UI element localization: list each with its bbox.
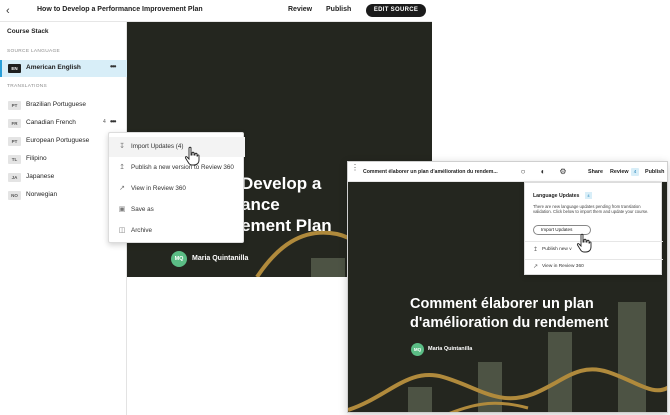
vertical-dots-icon[interactable]: ⋮ bbox=[351, 164, 359, 172]
decor-bar bbox=[311, 258, 345, 277]
palette-icon[interactable]: ◐ bbox=[538, 167, 548, 177]
hand-cursor-icon bbox=[576, 233, 592, 253]
language-name: American English bbox=[26, 64, 81, 71]
archive-icon: ◫ bbox=[118, 227, 126, 234]
menu-item-label: View in Review 360 bbox=[131, 185, 186, 192]
cover-title-line: ement Plan bbox=[241, 216, 332, 235]
panel-count-badge: 4 bbox=[585, 192, 592, 199]
language-name: Canadian French bbox=[26, 119, 76, 126]
share-link[interactable]: Share bbox=[588, 169, 603, 175]
view-in-review-menu-item[interactable]: ↗ View in Review 360 bbox=[109, 179, 245, 199]
language-code: NO bbox=[8, 191, 21, 200]
publish-new-version-item[interactable]: ↥ Publish new v bbox=[533, 247, 572, 253]
translation-row[interactable]: PT Brazilian Portuguese bbox=[0, 97, 127, 114]
review-top-bar: ⋮ Comment élaborer un plan d'amélioratio… bbox=[348, 162, 667, 182]
item-label: Publish new v bbox=[542, 247, 572, 252]
translations-label: TRANSLATIONS bbox=[7, 84, 48, 89]
language-name: European Portuguese bbox=[26, 137, 90, 144]
edit-source-button[interactable]: EDIT SOURCE bbox=[366, 4, 426, 17]
menu-item-label: Archive bbox=[131, 227, 152, 234]
screenshot-root: ‹ How to Develop a Performance Improveme… bbox=[0, 0, 670, 415]
source-language-row[interactable]: EN American English ••• bbox=[0, 60, 127, 77]
more-options-icon[interactable]: ••• bbox=[110, 62, 116, 71]
source-language-label: SOURCE LANGUAGE bbox=[7, 49, 61, 54]
language-code: FR bbox=[8, 119, 21, 128]
upload-icon: ↥ bbox=[533, 247, 539, 253]
author-avatar: MQ bbox=[411, 343, 424, 356]
translation-row[interactable]: FR Canadian French 4 ••• bbox=[0, 115, 127, 132]
publish-link[interactable]: Publish bbox=[326, 6, 351, 13]
download-icon: ↧ bbox=[119, 143, 125, 150]
panel-divider bbox=[525, 241, 663, 242]
review-window: ⋮ Comment élaborer un plan d'amélioratio… bbox=[347, 161, 668, 413]
menu-item-label: Import Updates (4) bbox=[131, 143, 184, 150]
gear-icon[interactable]: ⚙ bbox=[558, 167, 568, 177]
menu-item-label: Save as bbox=[131, 206, 154, 213]
sidebar-heading: Course Stack bbox=[7, 28, 49, 35]
external-link-icon: ↗ bbox=[119, 185, 125, 192]
author-avatar: MQ bbox=[171, 251, 187, 267]
editor-top-bar: ‹ How to Develop a Performance Improveme… bbox=[0, 0, 432, 22]
publish-new-version-menu-item[interactable]: ↥ Publish a new version to Review 360 bbox=[109, 158, 245, 178]
review-course-title: Comment élaborer un plan d'amélioration … bbox=[363, 169, 498, 175]
more-options-icon[interactable]: ••• bbox=[110, 117, 116, 126]
language-name: Brazilian Portuguese bbox=[26, 101, 86, 108]
external-link-icon: ↗ bbox=[533, 264, 539, 270]
archive-menu-item[interactable]: ◫ Archive bbox=[109, 221, 245, 241]
review-cover-heading: Comment élaborer un plan d'amélioration … bbox=[410, 295, 608, 333]
heading-line: Comment élaborer un plan bbox=[410, 296, 594, 312]
language-updates-panel: Language Updates 4 There are new languag… bbox=[524, 182, 663, 275]
review-count-badge: 4 bbox=[631, 168, 639, 176]
cover-title: Develop a ance ement Plan bbox=[241, 173, 351, 236]
upload-icon: ↥ bbox=[119, 164, 125, 171]
course-title: How to Develop a Performance Improvement… bbox=[37, 6, 203, 13]
panel-heading: Language Updates bbox=[533, 193, 580, 199]
author-name: Maria Quintanilla bbox=[192, 255, 249, 262]
save-icon: ▣ bbox=[118, 206, 126, 213]
language-code: JA bbox=[8, 173, 21, 182]
view-in-review-item[interactable]: ↗ View in Review 360 bbox=[533, 264, 584, 270]
import-updates-menu-item[interactable]: ↧ Import Updates (4) bbox=[109, 137, 245, 157]
panel-divider bbox=[525, 259, 663, 260]
update-count: 4 bbox=[103, 119, 106, 125]
review-link[interactable]: Review bbox=[610, 169, 629, 175]
decor-bar bbox=[408, 387, 432, 412]
decor-bar bbox=[548, 332, 572, 412]
publish-link[interactable]: Publish bbox=[645, 169, 664, 175]
active-indicator bbox=[0, 60, 2, 77]
heading-line: d'amélioration du rendement bbox=[410, 315, 609, 331]
language-name: Japanese bbox=[26, 173, 55, 180]
panel-description: There are new language updates pending f… bbox=[533, 204, 649, 215]
hand-cursor-icon bbox=[184, 146, 200, 166]
language-code: PT bbox=[8, 137, 21, 146]
menu-item-label: Publish a new version to Review 360 bbox=[131, 164, 234, 171]
cover-title-line: Develop a bbox=[241, 174, 322, 193]
save-as-menu-item[interactable]: ▣ Save as bbox=[109, 200, 245, 220]
item-label: View in Review 360 bbox=[542, 264, 584, 269]
cover-title-line: ance bbox=[241, 195, 280, 214]
language-name: Norwegian bbox=[26, 191, 58, 198]
decor-bar bbox=[618, 302, 646, 412]
language-code: PT bbox=[8, 101, 21, 110]
language-name: Filipino bbox=[26, 155, 47, 162]
language-code: TL bbox=[8, 155, 21, 164]
comment-icon[interactable]: ○ bbox=[518, 167, 528, 177]
back-arrow-icon[interactable]: ‹ bbox=[6, 4, 18, 18]
language-code: EN bbox=[8, 64, 21, 73]
button-label: Import Updates bbox=[541, 227, 573, 232]
author-name: Maria Quintanilla bbox=[428, 346, 473, 352]
language-context-menu: ↧ Import Updates (4) ↥ Publish a new ver… bbox=[108, 132, 245, 243]
review-link[interactable]: Review bbox=[288, 6, 312, 13]
